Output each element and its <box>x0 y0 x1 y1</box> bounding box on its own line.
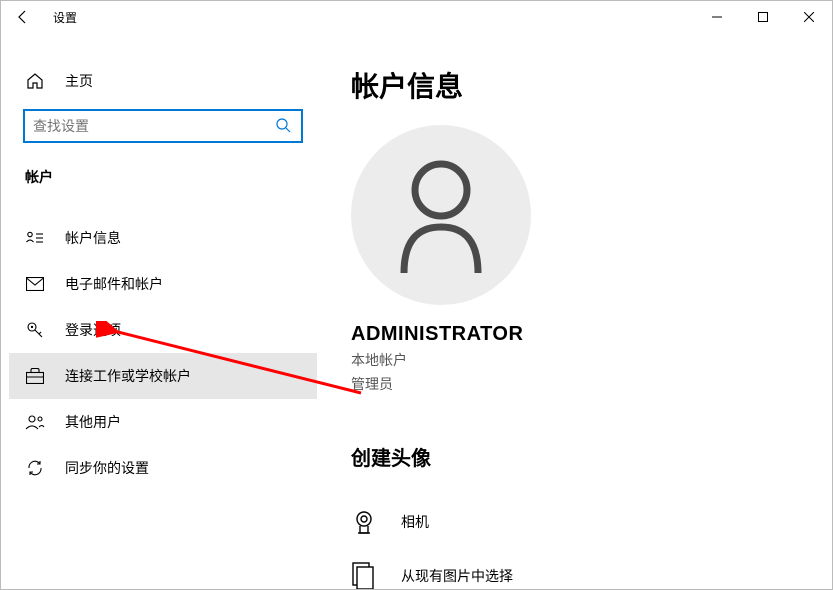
sidebar-item-email-accounts[interactable]: 电子邮件和帐户 <box>9 261 317 307</box>
sidebar-item-signin-options[interactable]: 登录选项 <box>9 307 317 353</box>
key-icon <box>25 321 45 339</box>
avatar-placeholder <box>351 125 531 305</box>
sidebar-item-label: 其他用户 <box>65 412 121 432</box>
minimize-icon <box>712 12 722 22</box>
account-username: ADMINISTRATOR <box>351 323 832 346</box>
account-type: 本地帐户 <box>351 350 832 370</box>
maximize-button[interactable] <box>740 1 786 33</box>
briefcase-icon <box>25 368 45 384</box>
main-content: 帐户信息 ADMINISTRATOR 本地帐户 管理员 创建头像 相机 <box>317 33 832 589</box>
sidebar-item-label: 帐户信息 <box>65 228 121 248</box>
camera-icon <box>351 509 377 535</box>
sidebar-item-label: 同步你的设置 <box>65 458 149 478</box>
titlebar: 设置 <box>1 1 832 33</box>
sidebar-item-account-info[interactable]: 帐户信息 <box>9 215 317 261</box>
sidebar-item-label: 登录选项 <box>65 320 121 340</box>
sidebar-item-other-users[interactable]: 其他用户 <box>9 399 317 445</box>
sync-icon <box>25 459 45 477</box>
back-arrow-icon <box>15 9 31 25</box>
option-browse-picture[interactable]: 从现有图片中选择 <box>351 549 832 589</box>
minimize-button[interactable] <box>694 1 740 33</box>
create-avatar-header: 创建头像 <box>351 442 832 471</box>
window-title: 设置 <box>53 9 77 26</box>
people-icon <box>25 414 45 430</box>
page-title: 帐户信息 <box>351 65 832 105</box>
sidebar-section-header: 帐户 <box>9 143 317 199</box>
sidebar-item-sync-settings[interactable]: 同步你的设置 <box>9 445 317 491</box>
mail-icon <box>25 277 45 291</box>
sidebar-item-label: 电子邮件和帐户 <box>65 274 163 294</box>
home-icon <box>25 72 45 90</box>
sidebar-item-work-school[interactable]: 连接工作或学校帐户 <box>9 353 317 399</box>
sidebar-item-label: 连接工作或学校帐户 <box>65 366 191 386</box>
picture-icon <box>351 562 377 589</box>
maximize-icon <box>758 12 768 22</box>
option-label: 相机 <box>401 512 429 532</box>
home-nav[interactable]: 主页 <box>9 61 317 101</box>
back-button[interactable] <box>1 1 45 33</box>
home-label: 主页 <box>65 71 93 91</box>
option-camera[interactable]: 相机 <box>351 495 832 549</box>
person-icon <box>386 155 496 275</box>
close-icon <box>804 12 814 22</box>
search-icon <box>275 117 293 136</box>
search-input[interactable] <box>33 118 275 134</box>
option-label: 从现有图片中选择 <box>401 566 513 586</box>
left-accent-strip <box>1 33 9 589</box>
person-card-icon <box>25 231 45 245</box>
account-role: 管理员 <box>351 374 832 394</box>
search-box[interactable] <box>23 109 303 143</box>
sidebar: 主页 帐户 帐户信息 <box>9 33 317 589</box>
close-button[interactable] <box>786 1 832 33</box>
